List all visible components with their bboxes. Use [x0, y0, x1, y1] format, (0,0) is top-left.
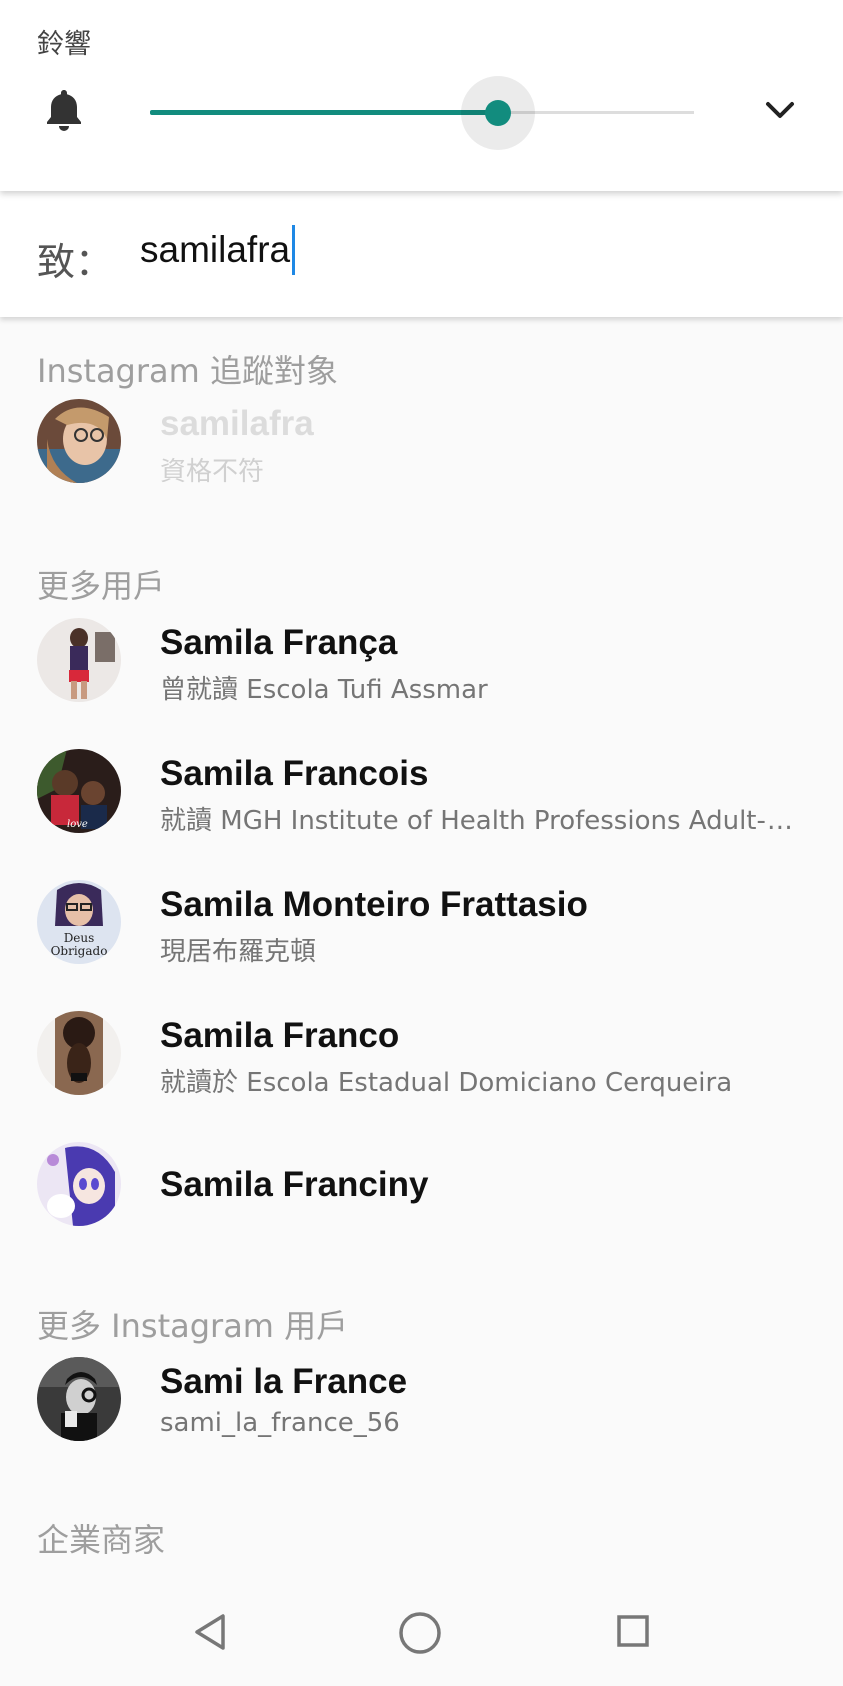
contact-row-samila-monteiro-frattasio[interactable]: Deus Obrigado Samila Monteiro Frattasio … [0, 863, 843, 983]
section-header-businesses: 企業商家 [37, 1521, 166, 1559]
slider-thumb[interactable] [485, 100, 511, 126]
chevron-down-icon[interactable] [765, 99, 795, 121]
avatar [37, 399, 121, 483]
avatar [37, 1357, 121, 1441]
volume-panel-title: 鈴響 [37, 29, 91, 60]
back-triangle-icon[interactable] [193, 1612, 227, 1652]
slider-fill [150, 110, 498, 115]
contact-name: Samila Franciny [160, 1165, 429, 1204]
avatar [37, 618, 121, 702]
avatar-caption-line-1: Deus [64, 931, 95, 945]
svg-text:love: love [67, 819, 88, 830]
text-caret [292, 225, 296, 275]
contact-subtitle: sami_la_france_56 [160, 1408, 400, 1438]
contact-row-samila-franca[interactable]: Samila França 曾就讀 Escola Tufi Assmar [0, 601, 843, 721]
contact-row-samilafra: samilafra 資格不符 [0, 389, 843, 509]
contact-subtitle: 曾就讀 Escola Tufi Assmar [160, 675, 488, 705]
avatar: Deus Obrigado [37, 880, 121, 964]
recipient-input-text: samilafra [140, 229, 291, 270]
contact-row-sami-la-france[interactable]: Sami la France sami_la_france_56 [0, 1340, 843, 1460]
contact-subtitle: 就讀於 Escola Estadual Domiciano Cerqueira [160, 1068, 733, 1098]
recipient-label: 致： [37, 240, 114, 284]
home-circle-icon[interactable] [398, 1611, 442, 1655]
contact-name: Samila França [160, 623, 398, 662]
recipient-row: 致： samilafra [0, 191, 843, 317]
avatar [37, 1142, 121, 1226]
contact-row-samila-franciny[interactable]: Samila Franciny [0, 1125, 843, 1245]
ringtone-volume-panel: 鈴響 [0, 0, 843, 191]
contact-name: Samila Monteiro Frattasio [160, 885, 588, 924]
system-navigation-bar [0, 1579, 843, 1686]
contact-subtitle: 現居布羅克頓 [160, 937, 317, 967]
contact-name: Sami la France [160, 1362, 408, 1401]
bell-icon[interactable] [42, 86, 86, 134]
recents-square-icon[interactable] [616, 1614, 650, 1648]
contact-row-samila-francois[interactable]: love Samila Francois 就讀 MGH Institute of… [0, 732, 843, 852]
recipient-input[interactable]: samilafra [140, 225, 296, 275]
contact-name: Samila Francois [160, 754, 429, 793]
volume-slider[interactable] [150, 76, 694, 150]
contact-name: samilafra [160, 404, 314, 443]
avatar-caption-line-2: Obrigado [51, 944, 108, 958]
section-header-instagram-following: Instagram 追蹤對象 [37, 352, 338, 390]
search-results-list: Instagram 追蹤對象 samilafra 資格不符 更多用戶 Samil… [0, 317, 843, 1579]
contact-subtitle: 資格不符 [160, 457, 265, 487]
contact-name: Samila Franco [160, 1016, 400, 1055]
avatar [37, 1011, 121, 1095]
contact-row-samila-franco[interactable]: Samila Franco 就讀於 Escola Estadual Domici… [0, 994, 843, 1114]
contact-subtitle: 就讀 MGH Institute of Health Professions A… [160, 806, 800, 836]
avatar: love [37, 749, 121, 833]
